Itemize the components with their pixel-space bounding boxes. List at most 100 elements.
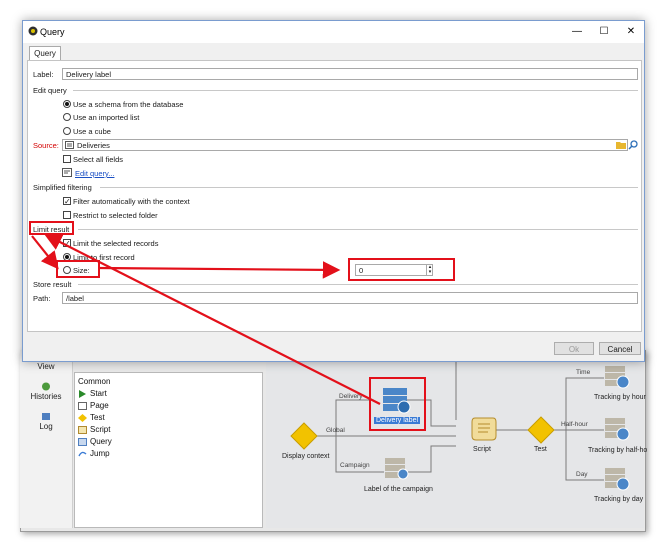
activity-palette: Common Start Page Test Script Query Jump bbox=[74, 372, 263, 528]
display-context-node-icon[interactable] bbox=[290, 422, 318, 450]
palette-item-label: Test bbox=[90, 413, 105, 422]
edge-label-campaign: Campaign bbox=[340, 462, 370, 469]
edge-label-time: Time bbox=[576, 369, 591, 376]
play-icon bbox=[79, 389, 86, 398]
palette-item-label: Jump bbox=[90, 449, 110, 458]
palette-item-label: Start bbox=[90, 389, 107, 398]
radio-imported-list-label: Use an imported list bbox=[73, 113, 140, 122]
palette-item-query[interactable]: Query bbox=[78, 437, 112, 446]
source-value: Deliveries bbox=[77, 141, 110, 150]
palette-item-script[interactable]: Script bbox=[78, 425, 110, 434]
workflow-canvas[interactable]: Display context Delivery label Label of … bbox=[266, 360, 648, 528]
tracking-day-node-icon[interactable] bbox=[604, 466, 632, 492]
restrict-folder-checkbox[interactable] bbox=[63, 211, 71, 219]
path-label: Path: bbox=[33, 294, 51, 303]
test-node-icon[interactable] bbox=[527, 416, 555, 444]
palette-group-label: Common bbox=[78, 377, 111, 386]
palette-group-common: Common bbox=[78, 377, 110, 386]
annotation-box-size bbox=[56, 260, 100, 278]
divider bbox=[73, 90, 638, 91]
close-button[interactable]: ✕ bbox=[622, 25, 640, 39]
source-input[interactable]: Deliveries bbox=[62, 139, 628, 151]
query-panel: Label: Delivery label Edit query Use a s… bbox=[27, 60, 642, 332]
minimize-button[interactable]: — bbox=[568, 25, 586, 39]
edge-label-global: Global bbox=[326, 427, 345, 434]
diamond-icon bbox=[78, 413, 87, 422]
edit-query-icon bbox=[62, 168, 72, 177]
edge-label-half-hour: Half-hour bbox=[561, 421, 588, 428]
app-logo-icon bbox=[28, 26, 38, 36]
nav-view-label: View bbox=[37, 362, 55, 371]
annotation-box-size-input bbox=[348, 258, 455, 281]
auto-filter-label: Filter automatically with the context bbox=[73, 197, 190, 206]
schema-icon bbox=[65, 141, 74, 149]
auto-filter-checkbox[interactable]: ✓ bbox=[63, 197, 71, 206]
title-bar: Query — ☐ ✕ bbox=[23, 21, 644, 43]
select-all-checkbox[interactable] bbox=[63, 155, 71, 163]
nav-item-histories[interactable]: Histories bbox=[20, 382, 72, 401]
tracking-half-hour-node-icon[interactable] bbox=[604, 416, 632, 442]
script-icon bbox=[78, 425, 87, 434]
label-input[interactable]: Delivery label bbox=[62, 68, 638, 80]
nav-histories-label: Histories bbox=[30, 392, 62, 401]
palette-item-label: Script bbox=[90, 425, 111, 434]
palette-item-test[interactable]: Test bbox=[78, 413, 105, 422]
tracking-hour-label: Tracking by hour bbox=[594, 394, 646, 401]
nav-item-view[interactable]: View bbox=[20, 362, 72, 371]
palette-item-jump[interactable]: Jump bbox=[78, 449, 110, 458]
edit-query-heading: Edit query bbox=[33, 86, 67, 95]
divider bbox=[100, 187, 638, 188]
limit-selected-checkbox[interactable]: ✓ bbox=[63, 239, 71, 248]
display-context-label: Display context bbox=[282, 453, 330, 460]
select-all-label: Select all fields bbox=[73, 155, 124, 164]
script-node-label: Script bbox=[473, 446, 491, 453]
palette-item-page[interactable]: Page bbox=[78, 401, 109, 410]
radio-schema[interactable] bbox=[63, 100, 71, 108]
script-node-icon[interactable] bbox=[470, 416, 498, 442]
limit-selected-label: Limit the selected records bbox=[73, 239, 159, 248]
tracking-half-hour-label: Tracking by half-ho bbox=[588, 447, 648, 454]
divider bbox=[78, 229, 638, 230]
path-input[interactable]: /label bbox=[62, 292, 638, 304]
maximize-button[interactable]: ☐ bbox=[595, 25, 613, 39]
workflow-edges bbox=[316, 360, 604, 481]
source-label: Source: bbox=[33, 141, 59, 150]
tab-query[interactable]: Query bbox=[29, 46, 61, 61]
page-icon bbox=[78, 401, 87, 410]
restrict-folder-label: Restrict to selected folder bbox=[73, 211, 158, 220]
annotation-box-limit-result bbox=[29, 221, 74, 235]
query-dialog: Query — ☐ ✕ Query Label: Delivery label … bbox=[22, 20, 645, 362]
jump-icon bbox=[78, 451, 87, 457]
campaign-label-node-label: Label of the campaign bbox=[364, 486, 433, 493]
edge-label-day: Day bbox=[576, 471, 588, 478]
tracking-day-label: Tracking by day bbox=[594, 496, 644, 503]
simplified-filtering-heading: Simplified filtering bbox=[33, 183, 92, 192]
folder-icon[interactable] bbox=[616, 140, 626, 149]
left-navigation: View Histories Log bbox=[20, 350, 73, 528]
campaign-query-node-icon[interactable] bbox=[384, 456, 410, 480]
radio-imported-list[interactable] bbox=[63, 113, 71, 121]
radio-cube-label: Use a cube bbox=[73, 127, 111, 136]
search-icon[interactable] bbox=[628, 140, 638, 150]
nav-item-log[interactable]: Log bbox=[20, 412, 72, 431]
radio-schema-label: Use a schema from the database bbox=[73, 100, 184, 109]
window-title: Query bbox=[40, 27, 65, 37]
palette-item-label: Query bbox=[90, 437, 112, 446]
divider bbox=[78, 284, 638, 285]
store-result-heading: Store result bbox=[33, 280, 72, 289]
histories-icon bbox=[42, 382, 50, 391]
edit-query-link[interactable]: Edit query... bbox=[75, 169, 114, 178]
annotation-box-delivery-node bbox=[369, 377, 426, 431]
nav-log-label: Log bbox=[39, 422, 53, 431]
test-node-label: Test bbox=[534, 446, 547, 453]
radio-cube[interactable] bbox=[63, 127, 71, 135]
cancel-button[interactable]: Cancel bbox=[599, 342, 641, 355]
edge-label-delivery: Delivery bbox=[339, 393, 363, 400]
log-icon bbox=[42, 413, 50, 420]
ok-button[interactable]: Ok bbox=[554, 342, 594, 355]
label-field-label: Label: bbox=[33, 70, 54, 79]
palette-item-label: Page bbox=[90, 401, 109, 410]
query-icon bbox=[78, 437, 87, 446]
tracking-hour-node-icon[interactable] bbox=[604, 364, 632, 390]
palette-item-start[interactable]: Start bbox=[78, 389, 107, 398]
